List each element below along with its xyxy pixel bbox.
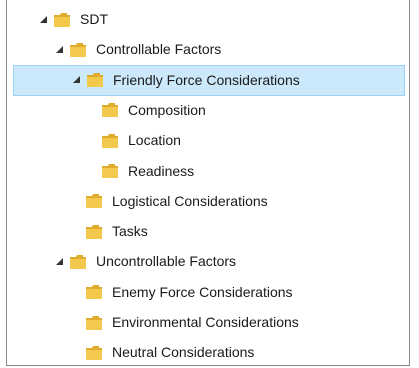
- tree-item-label: Neutral Considerations: [112, 344, 255, 361]
- folder-icon: [53, 12, 71, 28]
- tree-item-label: Location: [128, 132, 181, 149]
- tree-item-label: Uncontrollable Factors: [96, 253, 237, 270]
- tree-item-label: Environmental Considerations: [112, 314, 299, 330]
- tree-item[interactable]: Logistical Considerations: [71, 186, 268, 217]
- tree-item[interactable]: Uncontrollable Factors: [55, 246, 236, 277]
- tree-item[interactable]: Composition: [87, 95, 206, 126]
- tree-item[interactable]: Neutral Considerations: [71, 337, 254, 368]
- tree-item-label: Composition: [128, 101, 206, 118]
- tree-item[interactable]: Friendly Force Considerations: [13, 64, 405, 96]
- tree-item-label: Logistical Considerations: [112, 192, 268, 209]
- tree-item[interactable]: Controllable Factors: [55, 34, 221, 65]
- tree-item[interactable]: Enemy Force Considerations: [71, 277, 293, 308]
- expand-arrow-icon[interactable]: [39, 15, 49, 25]
- folder-icon: [101, 163, 119, 179]
- tree-item-label: Enemy Force Considerations: [112, 283, 293, 300]
- folder-icon: [85, 193, 103, 209]
- tree-item-label: SDT: [80, 11, 108, 27]
- tree-item-label: Controllable Factors: [96, 41, 222, 58]
- folder-icon: [101, 102, 119, 118]
- tree-item-label: Readiness: [128, 162, 195, 179]
- expand-arrow-icon[interactable]: [55, 45, 65, 55]
- tree-item[interactable]: Readiness: [87, 156, 194, 187]
- folder-icon: [85, 345, 103, 361]
- tree-item[interactable]: Environmental Considerations: [71, 307, 299, 338]
- folder-icon: [69, 42, 87, 58]
- folder-icon: [85, 224, 103, 240]
- folder-icon: [85, 284, 103, 300]
- tree-item-label: Friendly Force Considerations: [113, 71, 300, 88]
- folder-icon: [85, 315, 103, 331]
- expand-arrow-icon[interactable]: [72, 75, 82, 85]
- tree-item[interactable]: SDT: [39, 4, 108, 35]
- folder-icon: [69, 254, 87, 270]
- tree-item-label: Tasks: [112, 223, 148, 240]
- tree-item[interactable]: Tasks: [71, 216, 148, 247]
- folder-tree-view[interactable]: SDT Controllable Factors Friendly Force Co…: [6, 0, 410, 366]
- folder-icon: [86, 72, 104, 88]
- tree-item[interactable]: Location: [87, 125, 181, 156]
- folder-icon: [101, 133, 119, 149]
- expand-arrow-icon[interactable]: [55, 257, 65, 267]
